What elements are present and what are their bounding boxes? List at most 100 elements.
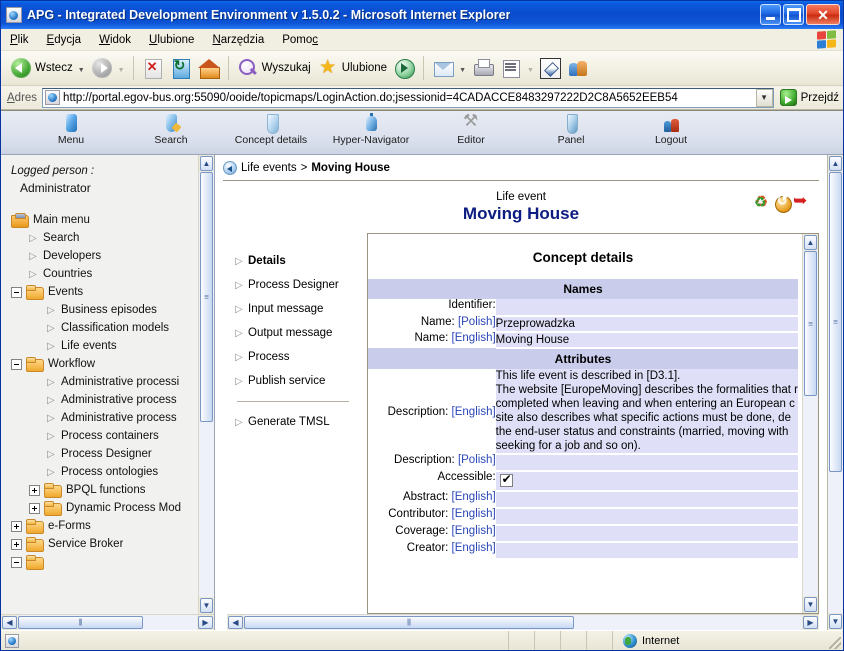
- expand-toggle-icon[interactable]: [29, 484, 40, 496]
- collapse-toggle-icon[interactable]: [11, 358, 22, 370]
- menu-item-plik[interactable]: Plik: [1, 32, 38, 48]
- menu-item-ulubione[interactable]: Ulubione: [140, 32, 203, 48]
- row-value[interactable]: [495, 299, 798, 317]
- main-horizontal-scrollbar[interactable]: ◀ ▶: [227, 614, 819, 630]
- tree-node-administrative-process-3[interactable]: ▷ Administrative process: [11, 409, 198, 427]
- nav-item-logout[interactable]: Logout: [621, 111, 721, 146]
- scroll-track[interactable]: [803, 251, 818, 596]
- row-value[interactable]: [495, 454, 798, 472]
- history-action-icon[interactable]: [774, 193, 792, 213]
- scroll-thumb[interactable]: [18, 616, 143, 629]
- scroll-down-button[interactable]: ▼: [804, 597, 817, 612]
- expand-toggle-icon[interactable]: [11, 538, 22, 550]
- scroll-thumb[interactable]: [829, 172, 842, 472]
- row-value[interactable]: [495, 542, 798, 560]
- page-vertical-scrollbar[interactable]: ▲ ▼: [827, 155, 843, 630]
- address-dropdown-button[interactable]: ▼: [755, 88, 773, 107]
- nav-item-editor[interactable]: Editor: [421, 111, 521, 146]
- row-value-description[interactable]: This life event is described in [D3.1]. …: [495, 369, 798, 455]
- messenger-button[interactable]: [564, 53, 592, 83]
- print-button[interactable]: [469, 53, 497, 83]
- minimize-button[interactable]: [760, 4, 781, 25]
- scroll-up-button[interactable]: ▲: [200, 156, 213, 171]
- scroll-right-button[interactable]: ▶: [803, 616, 818, 629]
- nav-item-hyper-navigator[interactable]: Hyper-Navigator: [321, 111, 421, 146]
- scroll-track[interactable]: [244, 615, 802, 630]
- nav-item-panel[interactable]: Panel: [521, 111, 621, 146]
- scroll-left-button[interactable]: ◀: [2, 616, 17, 629]
- submenu-item-process[interactable]: ▷ Process: [235, 345, 363, 369]
- go-button[interactable]: Przejdź: [779, 89, 839, 106]
- tree-node-workflow[interactable]: Workflow: [11, 355, 198, 373]
- scroll-down-button[interactable]: ▼: [200, 598, 213, 613]
- submenu-item-output-message[interactable]: ▷ Output message: [235, 321, 363, 345]
- row-value[interactable]: [495, 525, 798, 543]
- back-button[interactable]: Wstecz: [7, 53, 76, 83]
- tree-node-classification-models[interactable]: ▷ Classification models: [11, 319, 198, 337]
- nav-item-menu[interactable]: Menu: [21, 111, 121, 146]
- nav-item-concept-details[interactable]: Concept details: [221, 111, 321, 146]
- scroll-track[interactable]: [199, 172, 214, 597]
- menu-item-pomoc[interactable]: Pomoc: [273, 32, 327, 48]
- details-vertical-scrollbar[interactable]: ▲ ▼: [802, 234, 818, 613]
- refresh-button[interactable]: [167, 53, 195, 83]
- collapse-toggle-icon[interactable]: [11, 556, 22, 568]
- refresh-action-icon[interactable]: [754, 192, 771, 212]
- tree-node-dynamic-process-model[interactable]: Dynamic Process Mod: [11, 499, 198, 517]
- submenu-item-input-message[interactable]: ▷ Input message: [235, 297, 363, 321]
- back-dropdown-icon[interactable]: ▼: [78, 67, 85, 74]
- favorites-button[interactable]: ★ Ulubione: [314, 53, 390, 83]
- tree-node-process-ontologies[interactable]: ▷ Process ontologies: [11, 463, 198, 481]
- tree-node-eforms[interactable]: e-Forms: [11, 517, 198, 535]
- forward-dropdown-icon[interactable]: ▼: [118, 67, 125, 74]
- submenu-item-details[interactable]: ▷ Details: [235, 249, 363, 273]
- row-value[interactable]: [495, 491, 798, 509]
- forward-button[interactable]: [88, 53, 116, 83]
- stop-button[interactable]: [139, 53, 167, 83]
- scroll-thumb[interactable]: [244, 616, 574, 629]
- home-button[interactable]: [195, 53, 223, 83]
- discuss-button[interactable]: [537, 53, 564, 83]
- menu-item-narzedzia[interactable]: Narzędzia: [203, 32, 273, 48]
- edit-button[interactable]: [497, 53, 525, 83]
- tree-node-main-menu[interactable]: Main menu: [11, 211, 198, 229]
- menu-item-widok[interactable]: Widok: [90, 32, 140, 48]
- close-button[interactable]: [806, 4, 840, 25]
- breadcrumb-parent-link[interactable]: Life events: [241, 162, 297, 174]
- submenu-item-generate-tmsl[interactable]: ▷ Generate TMSL: [235, 410, 363, 434]
- expand-toggle-icon[interactable]: [11, 520, 22, 532]
- mail-dropdown-icon[interactable]: ▼: [459, 67, 466, 74]
- scroll-thumb[interactable]: [804, 251, 817, 396]
- scroll-right-button[interactable]: ▶: [198, 616, 213, 629]
- scroll-up-button[interactable]: ▲: [804, 235, 817, 250]
- tree-node-business-episodes[interactable]: ▷ Business episodes: [11, 301, 198, 319]
- tree-node-search[interactable]: ▷ Search: [11, 229, 198, 247]
- address-input[interactable]: http://portal.egov-bus.org:55090/ooide/t…: [42, 87, 774, 108]
- scroll-up-button[interactable]: ▲: [829, 156, 842, 171]
- media-button[interactable]: [390, 53, 418, 83]
- tree-node-service-broker[interactable]: Service Broker: [11, 535, 198, 553]
- tree-node-bpql-functions[interactable]: BPQL functions: [11, 481, 198, 499]
- submenu-item-publish-service[interactable]: ▷ Publish service: [235, 369, 363, 393]
- resize-grip[interactable]: [829, 637, 841, 649]
- expand-toggle-icon[interactable]: [29, 502, 40, 514]
- scroll-left-button[interactable]: ◀: [228, 616, 243, 629]
- scroll-track[interactable]: [828, 172, 843, 613]
- edit-dropdown-icon[interactable]: ▼: [527, 67, 534, 74]
- scroll-track[interactable]: [18, 615, 197, 630]
- tree-node-events[interactable]: Events: [11, 283, 198, 301]
- row-value[interactable]: [495, 508, 798, 526]
- tree-node-administrative-process-2[interactable]: ▷ Administrative process: [11, 391, 198, 409]
- row-value[interactable]: Moving House: [495, 332, 798, 349]
- collapse-toggle-icon[interactable]: [11, 286, 22, 298]
- tree-node-life-events[interactable]: ▷ Life events: [11, 337, 198, 355]
- nav-item-search[interactable]: Search: [121, 111, 221, 146]
- scroll-thumb[interactable]: [200, 172, 213, 422]
- sidebar-horizontal-scrollbar[interactable]: ◀ ▶: [1, 614, 214, 630]
- menu-item-edycja[interactable]: Edycja: [38, 32, 91, 48]
- tree-node-administrative-process-1[interactable]: ▷ Administrative processi: [11, 373, 198, 391]
- submenu-item-process-designer[interactable]: ▷ Process Designer: [235, 273, 363, 297]
- tree-node-process-containers[interactable]: ▷ Process containers: [11, 427, 198, 445]
- sidebar-vertical-scrollbar[interactable]: ▲ ▼: [198, 155, 214, 614]
- breadcrumb-back-icon[interactable]: [223, 160, 237, 175]
